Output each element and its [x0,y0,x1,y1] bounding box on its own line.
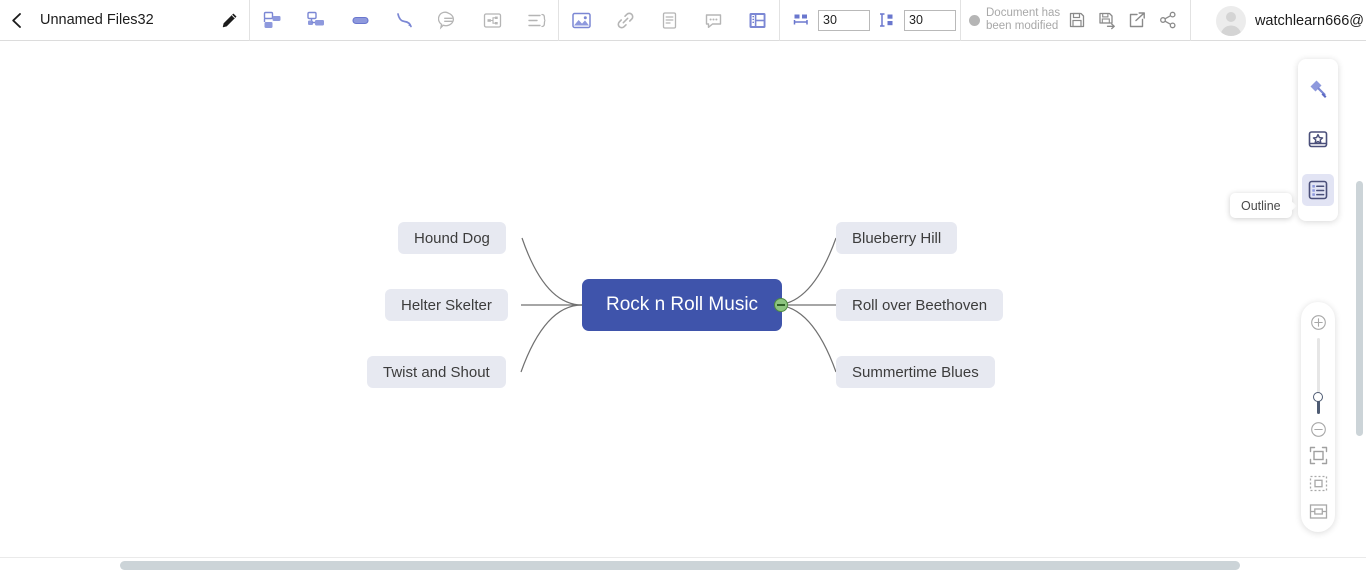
mindmap-node-right-1[interactable]: Roll over Beethoven [836,289,1003,321]
outline-icon[interactable] [1302,174,1334,206]
mindmap-node-left-1[interactable]: Helter Skelter [385,289,508,321]
zoom-slider-fill [1317,400,1320,414]
collapse-minus-icon[interactable] [774,298,788,312]
export-icon[interactable] [1122,0,1152,41]
node-shape-icon[interactable] [338,0,382,41]
top-toolbar: Unnamed Files32 [0,0,1366,41]
document-status: Document has been modified [961,0,1062,41]
save-as-icon[interactable] [1092,0,1122,41]
status-text: Document has been modified [986,7,1062,33]
fit-to-screen-icon[interactable] [1305,441,1331,469]
zoom-in-icon[interactable] [1305,310,1331,334]
pencil-icon [221,12,238,29]
theme-icon[interactable] [1302,124,1334,156]
status-line-1: Document has [986,7,1062,20]
back-button[interactable] [0,0,34,41]
document-title[interactable]: Unnamed Files32 [34,12,154,28]
image-icon[interactable] [559,0,603,41]
relation-box-icon[interactable] [470,0,514,41]
vertical-scrollbar[interactable] [1353,41,1366,557]
note-icon[interactable] [647,0,691,41]
horizontal-spacing-input[interactable] [818,10,870,31]
summary-bubble-icon[interactable] [426,0,470,41]
comment-icon[interactable] [691,0,735,41]
outline-tooltip: Outline [1230,193,1292,218]
layout-right-icon[interactable] [250,0,294,41]
save-icon[interactable] [1062,0,1092,41]
mindmap-canvas[interactable]: Hound Dog Helter Skelter Twist and Shout… [0,41,1366,557]
mindmap-node-left-2[interactable]: Twist and Shout [367,356,506,388]
zoom-panel [1301,302,1335,532]
horizontal-scrollbar[interactable] [0,557,1366,571]
spacing-group [780,0,960,41]
branch-line-icon[interactable] [382,0,426,41]
vertical-spacing-icon [870,10,904,30]
user-block[interactable]: watchlearn666@ [1216,0,1366,41]
zoom-out-icon[interactable] [1305,417,1331,441]
mindmap-node-right-0[interactable]: Blueberry Hill [836,222,957,254]
center-node-icon[interactable] [1305,497,1331,525]
slide-icon[interactable] [735,0,779,41]
vertical-scrollbar-thumb[interactable] [1356,181,1363,436]
zoom-slider[interactable] [1316,338,1320,414]
rename-button[interactable] [209,0,249,41]
style-brush-icon[interactable] [1302,74,1334,106]
outline-list-icon[interactable] [514,0,558,41]
status-dot-icon [969,15,980,26]
link-icon[interactable] [603,0,647,41]
insert-tool-group [559,0,779,41]
mindmap-node-left-0[interactable]: Hound Dog [398,222,506,254]
layout-tree-icon[interactable] [294,0,338,41]
file-action-group [1062,0,1184,41]
avatar-icon [1216,6,1246,36]
toolbar-separator-5 [1190,0,1191,41]
mindmap-root-node[interactable]: Rock n Roll Music [582,279,782,331]
share-icon[interactable] [1152,0,1184,41]
mindmap-node-right-2[interactable]: Summertime Blues [836,356,995,388]
horizontal-spacing-icon [784,10,818,30]
select-all-icon[interactable] [1305,469,1331,497]
zoom-slider-thumb[interactable] [1313,392,1323,402]
status-line-2: been modified [986,20,1062,33]
document-title-block: Unnamed Files32 [0,0,209,41]
vertical-spacing-input[interactable] [904,10,956,31]
avatar [1216,6,1246,36]
horizontal-scrollbar-thumb[interactable] [120,561,1240,570]
structure-tool-group [250,0,558,41]
right-side-panel [1298,59,1338,221]
username: watchlearn666@ [1255,13,1364,29]
back-chevron-icon [9,12,26,29]
